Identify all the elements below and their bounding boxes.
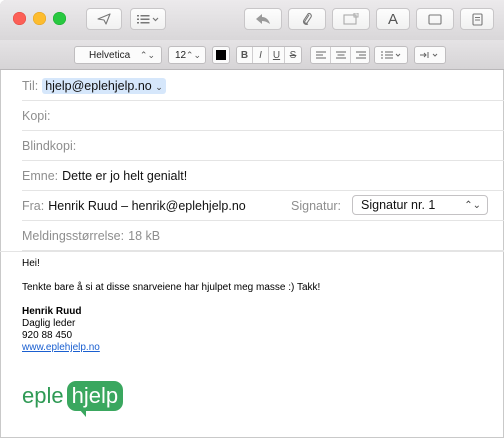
text-style-group: B I U S: [236, 46, 302, 64]
bcc-label: Blindkopi:: [22, 138, 77, 153]
list-style-select[interactable]: [374, 46, 408, 64]
recipient-token[interactable]: hjelp@eplehjelp.no ⌄: [42, 77, 166, 94]
eplehjelp-logo: eple hjelp: [22, 381, 124, 417]
close-window-button[interactable]: [13, 12, 26, 25]
reply-button[interactable]: [244, 8, 282, 30]
align-right-icon: [356, 51, 366, 59]
cc-label: Kopi:: [22, 108, 51, 123]
up-down-chevron-icon: ⌃⌄: [139, 49, 155, 60]
list-icon: [137, 15, 159, 24]
message-body[interactable]: Hei! Tenkte bare å si at disse snarveien…: [22, 258, 492, 354]
color-swatch: [216, 50, 226, 60]
send-button[interactable]: [86, 8, 122, 30]
signature-link[interactable]: www.eplehjelp.no: [22, 342, 100, 353]
show-sidebar-button[interactable]: [416, 8, 454, 30]
align-right-button[interactable]: [351, 47, 371, 63]
window-icon: [428, 13, 442, 25]
logo-word-eple: eple: [22, 383, 64, 408]
strikethrough-button[interactable]: S: [285, 47, 301, 63]
signature-title: Daglig leder: [22, 318, 76, 329]
bcc-field[interactable]: Blindkopi:: [22, 131, 504, 161]
align-center-icon: [335, 51, 346, 59]
signature-phone: 920 88 450: [22, 330, 73, 341]
document-icon: [471, 12, 483, 26]
subject-value[interactable]: Dette er jo helt genialt!: [62, 169, 187, 183]
format-bar: Helvetica ⌃⌄ 12 ⌃⌄ B I U S: [0, 40, 504, 70]
send-icon: [97, 13, 111, 25]
font-size-value: 12: [175, 49, 187, 61]
greeting-text: Hei!: [22, 258, 40, 269]
align-center-button[interactable]: [331, 47, 351, 63]
font-family-select[interactable]: Helvetica ⌃⌄: [74, 46, 162, 64]
title-bar: A: [0, 0, 504, 40]
font-size-select[interactable]: 12 ⌃⌄: [168, 46, 206, 64]
italic-button[interactable]: I: [253, 47, 269, 63]
chevron-down-icon: ⌄: [155, 81, 163, 92]
font-family-value: Helvetica: [89, 49, 131, 61]
list-icon: [381, 51, 401, 59]
indent-select[interactable]: [414, 46, 446, 64]
signature-select[interactable]: Signatur nr. 1 ⌃⌄: [352, 195, 488, 215]
recipient-address: hjelp@eplehjelp.no: [45, 78, 152, 93]
format-button-label: A: [387, 10, 398, 28]
from-value[interactable]: Henrik Ruud – henrik@eplehjelp.no: [48, 199, 246, 213]
photo-browser-button[interactable]: [332, 8, 370, 30]
paperclip-icon: [303, 13, 312, 25]
photo-icon: [343, 13, 359, 25]
zoom-window-button[interactable]: [53, 12, 66, 25]
from-label: Fra:: [22, 198, 45, 213]
to-label: Til:: [22, 78, 39, 93]
logo-word-hjelp: hjelp: [71, 383, 119, 408]
reply-arrow-icon: [256, 14, 270, 24]
compose-window: A Helvetica ⌃⌄ 12 ⌃⌄ B I U S Til: hjelp@…: [0, 0, 504, 438]
attach-button[interactable]: [288, 8, 326, 30]
message-size-label: Meldingsstørrelse:: [22, 228, 125, 243]
header-divider: [0, 251, 504, 252]
stationery-button[interactable]: [460, 8, 494, 30]
message-size-row: Meldingsstørrelse: 18 kB: [22, 221, 504, 251]
cc-field[interactable]: Kopi:: [22, 101, 504, 131]
indent-icon: [420, 52, 438, 58]
text-color-button[interactable]: [212, 46, 230, 64]
align-left-button[interactable]: [311, 47, 331, 63]
to-field[interactable]: Til: hjelp@eplehjelp.no ⌄: [22, 71, 504, 101]
subject-label: Emne:: [22, 168, 59, 183]
align-left-icon: [315, 51, 326, 59]
minimize-window-button[interactable]: [33, 12, 46, 25]
subject-field[interactable]: Emne: Dette er jo helt genialt!: [22, 161, 504, 191]
bold-button[interactable]: B: [237, 47, 253, 63]
alignment-group: [310, 46, 370, 64]
header-fields-button[interactable]: [130, 8, 166, 30]
logo-speech-bubble: hjelp: [66, 381, 124, 417]
format-button[interactable]: A: [376, 8, 410, 30]
body-line: Tenkte bare å si at disse snarveiene har…: [22, 282, 321, 293]
signature-name: Henrik Ruud: [22, 306, 82, 317]
speech-bubble-tail: [78, 409, 86, 417]
signature-label: Signatur:: [291, 198, 342, 213]
up-down-chevron-icon: ⌃⌄: [185, 49, 201, 60]
signature-value: Signatur nr. 1: [361, 198, 436, 212]
from-field: Fra: Henrik Ruud – henrik@eplehjelp.no S…: [22, 191, 504, 221]
up-down-chevron-icon: ⌃⌄: [464, 199, 481, 211]
message-size-value: 18 kB: [128, 228, 161, 243]
underline-button[interactable]: U: [269, 47, 285, 63]
